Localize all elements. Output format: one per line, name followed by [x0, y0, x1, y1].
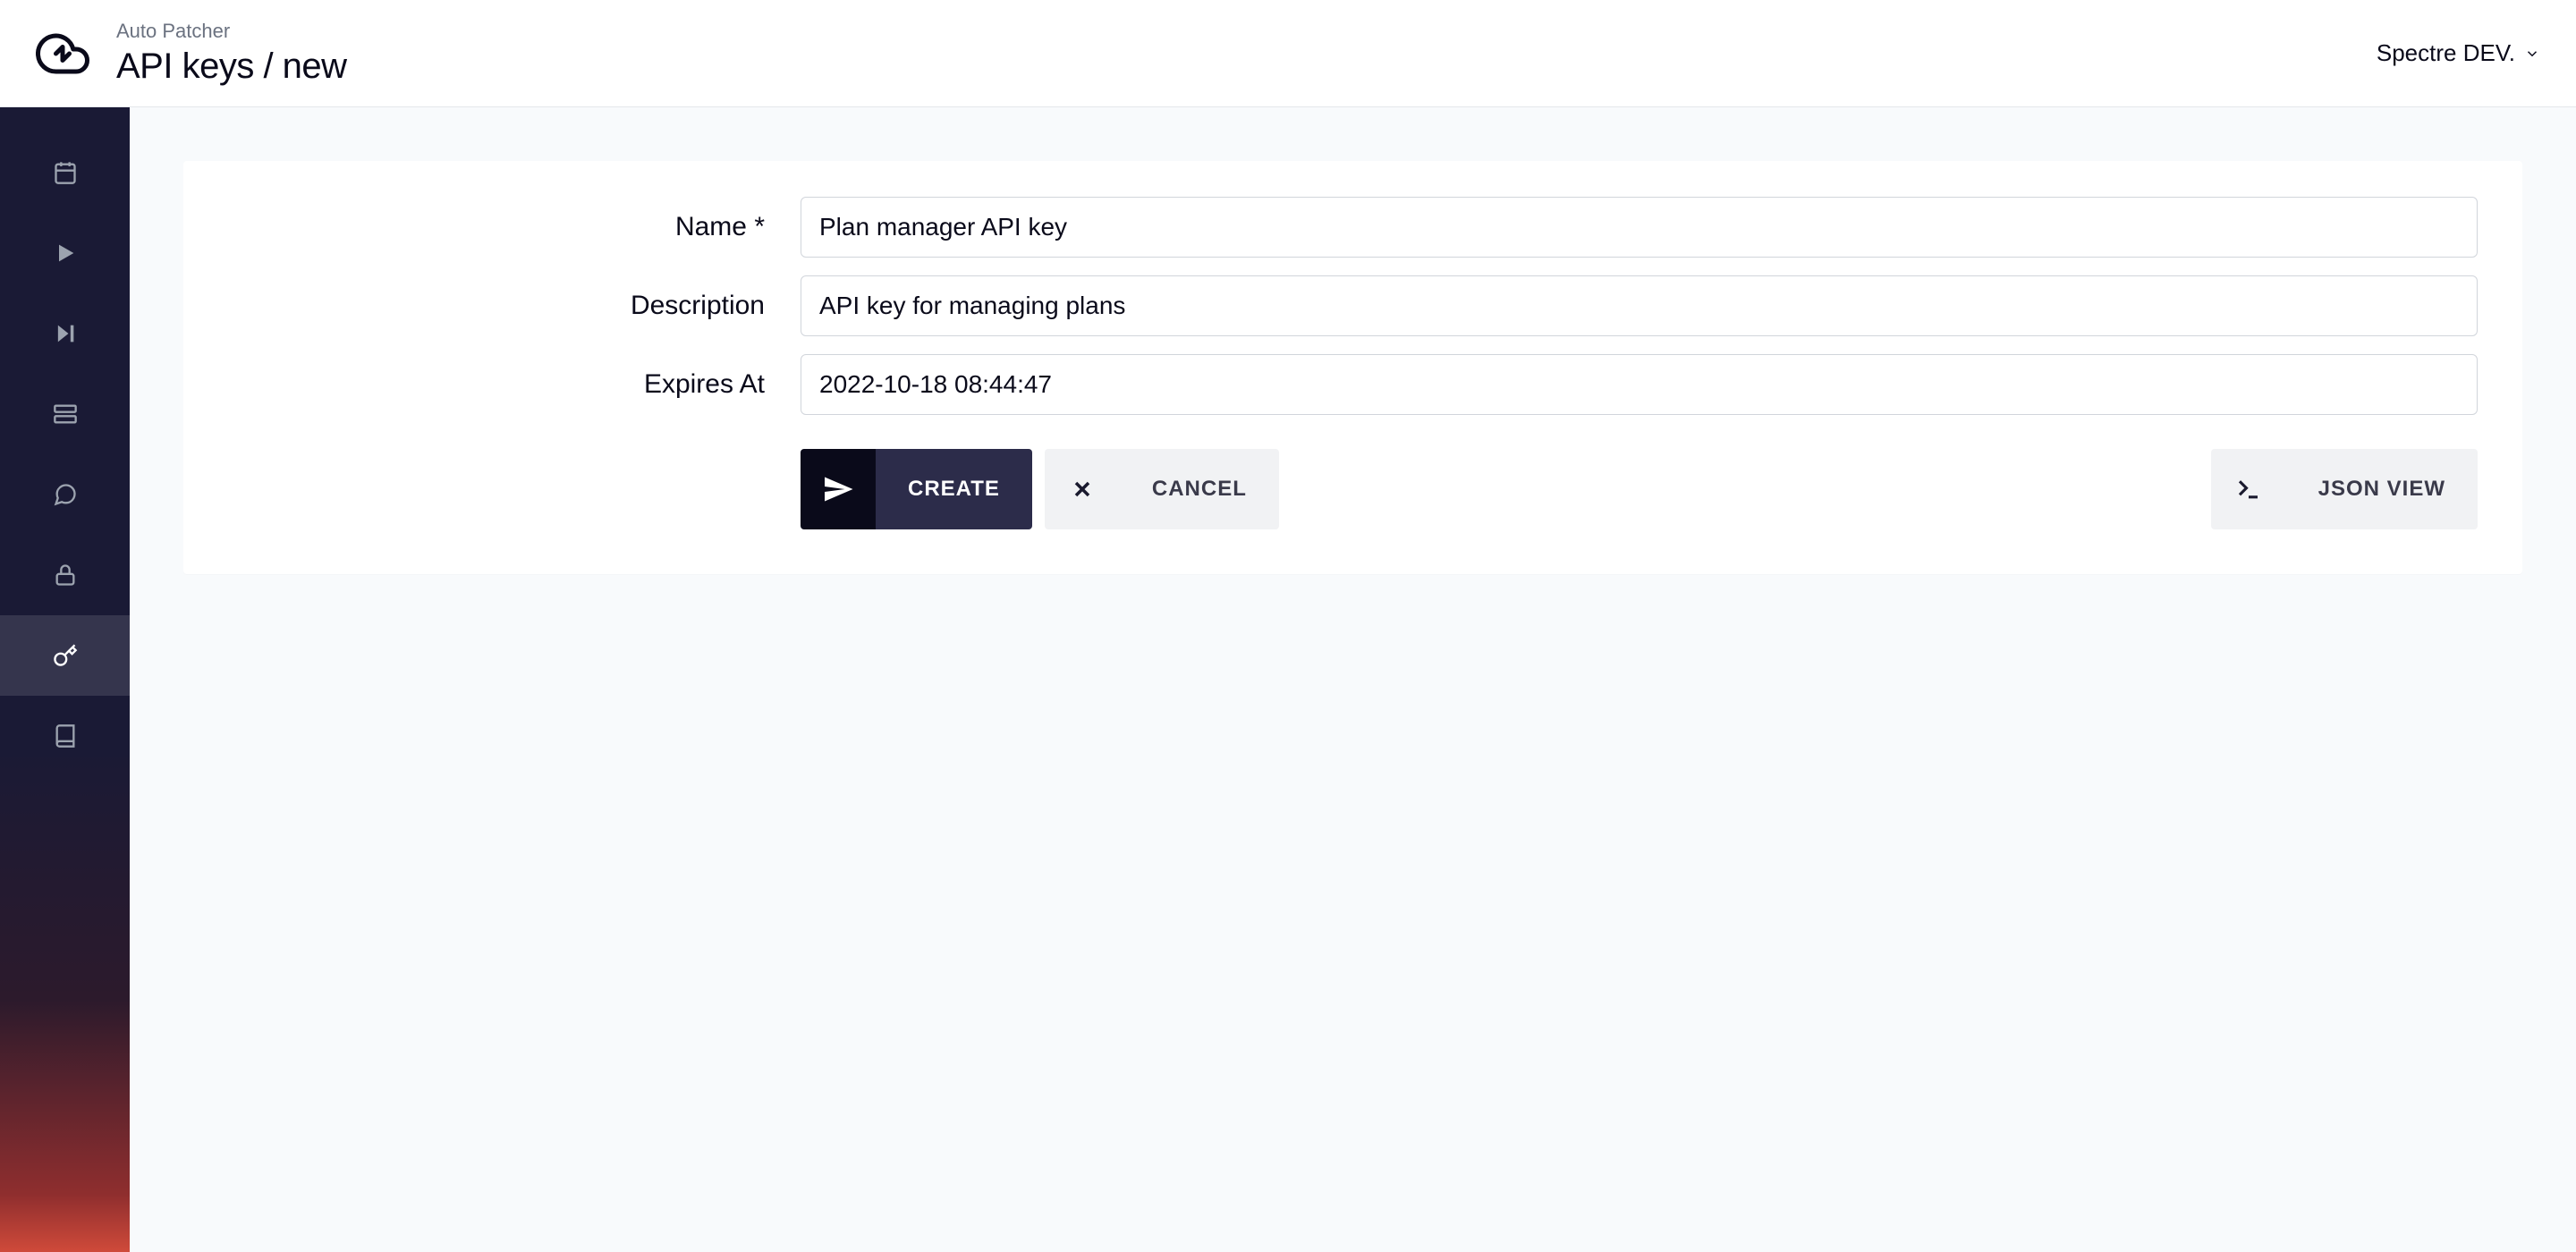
close-icon — [1045, 449, 1120, 529]
sidebar-item-docs[interactable] — [0, 696, 130, 776]
form-row-expires: Expires At — [228, 354, 2478, 415]
play-icon — [53, 241, 78, 266]
cancel-button[interactable]: CANCEL — [1045, 449, 1279, 529]
calendar-icon — [53, 160, 78, 185]
app-logo — [36, 27, 89, 80]
server-icon — [53, 402, 78, 427]
terminal-icon — [2211, 449, 2286, 529]
json-view-button[interactable]: JSON VIEW — [2211, 449, 2478, 529]
account-label: Spectre DEV. — [2377, 39, 2515, 67]
expires-input[interactable] — [801, 354, 2478, 415]
sidebar-item-servers[interactable] — [0, 374, 130, 454]
account-switcher[interactable]: Spectre DEV. — [2377, 39, 2540, 67]
header-titles: Auto Patcher API keys / new — [116, 20, 347, 87]
sidebar-item-lock[interactable] — [0, 535, 130, 615]
create-button-label: CREATE — [876, 449, 1032, 529]
description-input[interactable] — [801, 275, 2478, 336]
json-view-button-label: JSON VIEW — [2286, 477, 2478, 502]
app-header: Auto Patcher API keys / new Spectre DEV. — [0, 0, 2576, 107]
book-icon — [53, 723, 78, 749]
chevron-down-icon — [2524, 46, 2540, 62]
step-forward-icon — [53, 321, 78, 346]
expires-label: Expires At — [228, 369, 801, 400]
form-card: Name * Description Expires At — [183, 161, 2522, 574]
send-icon — [801, 449, 876, 529]
sidebar — [0, 107, 130, 1252]
name-input[interactable] — [801, 197, 2478, 258]
main-content: Name * Description Expires At — [130, 107, 2576, 1252]
key-icon — [53, 643, 78, 668]
description-label: Description — [228, 291, 801, 321]
name-label: Name * — [228, 212, 801, 242]
sidebar-item-chat[interactable] — [0, 454, 130, 535]
page-title: API keys / new — [116, 47, 347, 87]
app-name: Auto Patcher — [116, 20, 347, 43]
form-row-name: Name * — [228, 197, 2478, 258]
form-row-description: Description — [228, 275, 2478, 336]
lock-icon — [53, 563, 78, 588]
chat-icon — [53, 482, 78, 507]
sidebar-item-step[interactable] — [0, 293, 130, 374]
actions-row: CREATE CANCEL JSON VIEW — [228, 449, 2478, 529]
cancel-button-label: CANCEL — [1120, 477, 1279, 502]
sidebar-item-api-keys[interactable] — [0, 615, 130, 696]
sidebar-item-calendar[interactable] — [0, 132, 130, 213]
sidebar-item-play[interactable] — [0, 213, 130, 293]
create-button[interactable]: CREATE — [801, 449, 1032, 529]
